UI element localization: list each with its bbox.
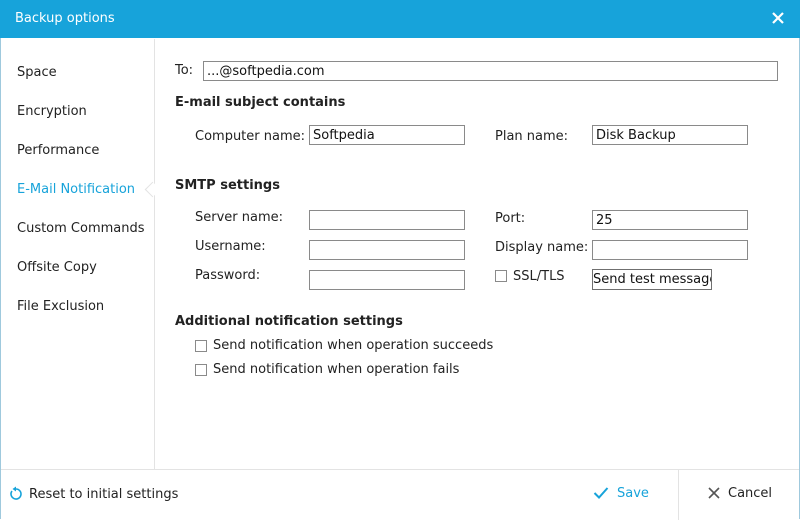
footer-divider: [678, 470, 679, 520]
save-button[interactable]: Save: [593, 486, 649, 501]
close-icon[interactable]: [768, 8, 788, 28]
to-label: To:: [175, 63, 194, 78]
additional-heading: Additional notification settings: [175, 314, 403, 329]
notify-success-label: Send notification when operation succeed…: [213, 338, 494, 353]
checkmark-icon: [593, 486, 617, 501]
server-name-input[interactable]: [309, 210, 465, 230]
ssl-tls-label: SSL/TLS: [513, 269, 565, 284]
sidebar-item-encryption[interactable]: Encryption: [17, 104, 87, 119]
cross-icon: [708, 486, 728, 501]
notify-success-checkbox[interactable]: [195, 340, 207, 352]
dialog-footer: Reset to initial settings Save Cancel: [1, 469, 799, 520]
window-title: Backup options: [15, 11, 115, 26]
reset-button[interactable]: Reset to initial settings: [9, 486, 178, 502]
port-label: Port:: [495, 211, 526, 226]
password-input[interactable]: [309, 270, 465, 290]
reset-label: Reset to initial settings: [29, 487, 179, 502]
cancel-button[interactable]: Cancel: [708, 486, 772, 501]
title-bar: Backup options: [0, 0, 800, 38]
computer-name-label: Computer name:: [195, 129, 306, 144]
reset-icon: [9, 486, 29, 502]
sidebar-item-email-notification[interactable]: E-Mail Notification: [17, 182, 135, 197]
subject-heading: E-mail subject contains: [175, 95, 346, 110]
sidebar-item-offsite-copy[interactable]: Offsite Copy: [17, 260, 97, 275]
sidebar-item-space[interactable]: Space: [17, 65, 57, 80]
server-name-label: Server name:: [195, 210, 284, 225]
notify-fail-checkbox[interactable]: [195, 364, 207, 376]
to-input[interactable]: [203, 61, 778, 81]
display-name-label: Display name:: [495, 240, 589, 255]
port-input[interactable]: [592, 210, 748, 230]
plan-name-input[interactable]: [592, 125, 748, 145]
username-label: Username:: [195, 239, 266, 254]
display-name-input[interactable]: [592, 240, 748, 260]
sidebar-item-custom-commands[interactable]: Custom Commands: [17, 221, 145, 236]
password-label: Password:: [195, 268, 261, 283]
sidebar: Space Encryption Performance E-Mail Noti…: [1, 39, 155, 469]
computer-name-input[interactable]: [309, 125, 465, 145]
send-test-message-button[interactable]: Send test message: [592, 269, 712, 290]
save-label: Save: [617, 486, 649, 501]
smtp-heading: SMTP settings: [175, 178, 280, 193]
ssl-tls-checkbox[interactable]: [495, 270, 507, 282]
sidebar-item-file-exclusion[interactable]: File Exclusion: [17, 299, 104, 314]
username-input[interactable]: [309, 240, 465, 260]
notify-fail-label: Send notification when operation fails: [213, 362, 460, 377]
cancel-label: Cancel: [728, 486, 773, 501]
sidebar-item-performance[interactable]: Performance: [17, 143, 99, 158]
plan-name-label: Plan name:: [495, 129, 569, 144]
